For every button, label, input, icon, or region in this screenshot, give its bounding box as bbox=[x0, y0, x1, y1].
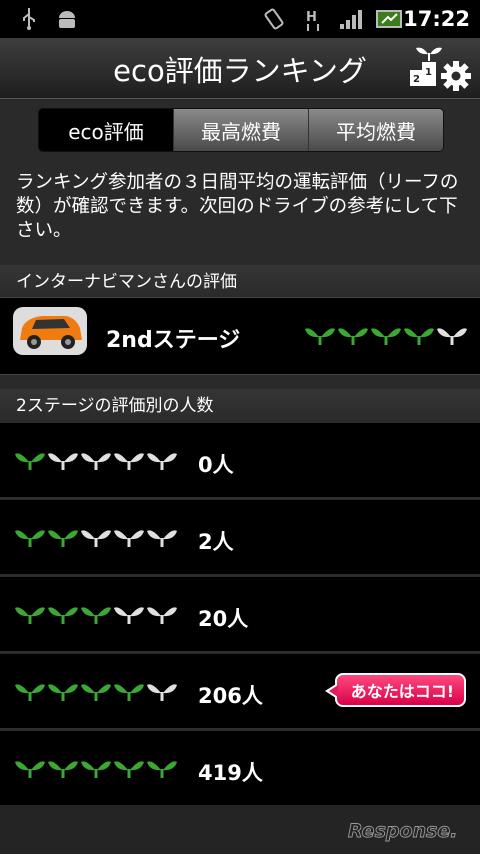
people-count: 0人 bbox=[198, 453, 234, 477]
leaf-icon bbox=[48, 607, 78, 624]
leaf-icon bbox=[114, 761, 144, 778]
user-rating-header: インターナビマンさんの評価 bbox=[0, 265, 480, 299]
leaf-icon bbox=[147, 453, 177, 470]
car-icon bbox=[13, 307, 87, 355]
rating-count-row: 206人 あなたはココ! bbox=[0, 654, 480, 730]
leaf-icon bbox=[15, 453, 45, 470]
status-bar: H 17:22 bbox=[0, 0, 480, 38]
people-count: 206人 bbox=[198, 684, 263, 708]
leaf-icon bbox=[114, 607, 144, 624]
leaf-icon bbox=[437, 328, 467, 345]
leaf-icon bbox=[15, 684, 45, 701]
footer: Response. bbox=[0, 805, 480, 854]
leaf-icon bbox=[15, 607, 45, 624]
leaf-icon bbox=[81, 684, 111, 701]
leaf-icon bbox=[81, 761, 111, 778]
leaf-icon bbox=[305, 328, 335, 345]
usb-icon bbox=[23, 8, 35, 30]
user-leaf-rating bbox=[304, 324, 468, 346]
leaf-icon bbox=[147, 761, 177, 778]
leaf-icon bbox=[15, 761, 45, 778]
people-count: 20人 bbox=[198, 607, 249, 631]
leaf-icon bbox=[48, 453, 78, 470]
leaf-rating bbox=[14, 526, 178, 548]
rating-count-row: 0人 bbox=[0, 423, 480, 499]
tab-average-mileage[interactable]: 平均燃費 bbox=[308, 109, 443, 151]
leaf-icon bbox=[81, 607, 111, 624]
leaf-icon bbox=[114, 684, 144, 701]
response-logo: Response. bbox=[348, 820, 458, 843]
ranking-settings-icon[interactable]: 1 2 bbox=[406, 42, 474, 94]
distribution-header: 2ステージの評価別の人数 bbox=[0, 389, 480, 423]
leaf-icon bbox=[147, 607, 177, 624]
clock: 17:22 bbox=[403, 7, 470, 31]
leaf-icon bbox=[147, 530, 177, 547]
svg-text:2: 2 bbox=[413, 74, 420, 85]
rotation-icon bbox=[264, 8, 284, 30]
leaf-icon bbox=[81, 530, 111, 547]
leaf-rating bbox=[14, 449, 178, 471]
svg-text:Response.: Response. bbox=[348, 820, 457, 842]
tab-eco-rating[interactable]: eco評価 bbox=[39, 109, 173, 151]
data-h-icon: H bbox=[306, 10, 319, 31]
leaf-icon bbox=[114, 453, 144, 470]
signal-icon bbox=[340, 10, 362, 29]
rating-count-row: 2人 bbox=[0, 500, 480, 576]
rating-count-row: 419人 bbox=[0, 731, 480, 807]
battery-icon bbox=[376, 10, 402, 28]
svg-text:H: H bbox=[306, 10, 317, 25]
stage-label: 2ndステージ bbox=[106, 328, 241, 353]
leaf-icon bbox=[114, 530, 144, 547]
you-are-here-badge: あなたはココ! bbox=[324, 673, 466, 707]
leaf-icon bbox=[48, 530, 78, 547]
people-count: 419人 bbox=[198, 761, 263, 785]
tab-bar: eco評価 最高燃費 平均燃費 bbox=[38, 108, 444, 152]
android-debug-icon bbox=[59, 11, 75, 28]
leaf-icon bbox=[48, 761, 78, 778]
people-count: 2人 bbox=[198, 530, 234, 554]
leaf-icon bbox=[15, 530, 45, 547]
leaf-icon bbox=[147, 684, 177, 701]
leaf-icon bbox=[404, 328, 434, 345]
leaf-rating bbox=[14, 680, 178, 702]
title-bar: eco評価ランキング 1 2 bbox=[0, 38, 480, 99]
content-area: eco評価 最高燃費 平均燃費 ランキング参加者の３日間平均の運転評価（リーフの… bbox=[0, 99, 480, 807]
svg-text:1: 1 bbox=[425, 67, 432, 78]
leaf-icon bbox=[81, 453, 111, 470]
leaf-icon bbox=[338, 328, 368, 345]
leaf-rating bbox=[14, 603, 178, 625]
description-text: ランキング参加者の３日間平均の運転評価（リーフの数）が確認できます。次回のドライ… bbox=[16, 172, 459, 241]
rating-count-row: 20人 bbox=[0, 577, 480, 653]
leaf-icon bbox=[371, 328, 401, 345]
leaf-icon bbox=[48, 684, 78, 701]
tab-best-mileage[interactable]: 最高燃費 bbox=[173, 109, 308, 151]
user-rating-row: 2ndステージ bbox=[0, 297, 480, 375]
leaf-rating bbox=[14, 757, 178, 779]
